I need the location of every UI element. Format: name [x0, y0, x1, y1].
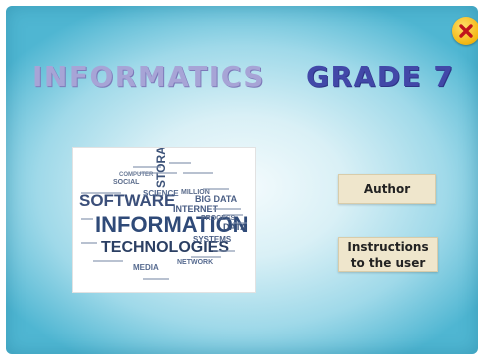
word-cloud-graphic: SOFTWARE INFORMATION TECHNOLOGIES STORAG…: [79, 129, 249, 280]
cloud-word-media: MEDIA: [133, 263, 159, 272]
author-button[interactable]: Author: [338, 174, 436, 204]
close-icon: [459, 24, 473, 38]
app-title: INFORMATICS: [32, 60, 265, 93]
word-cloud-image: SOFTWARE INFORMATION TECHNOLOGIES STORAG…: [72, 129, 256, 293]
close-button[interactable]: [452, 17, 478, 45]
cloud-word-process: PROCESS: [201, 215, 236, 222]
cloud-word-social: SOCIAL: [113, 179, 140, 186]
cloud-word-internet: INTERNET: [173, 204, 219, 214]
app-window: INFORMATICS GRADE 7 SOFTWARE INFORMATION…: [6, 6, 478, 354]
cloud-word-million: MILLION: [181, 189, 210, 196]
grade-label: GRADE 7: [306, 60, 455, 93]
cloud-word-science: SCIENCE: [143, 189, 179, 198]
cloud-word-systems: SYSTEMS: [193, 235, 232, 244]
instructions-button[interactable]: Instructions to the user: [338, 237, 438, 272]
cloud-word-network: NETWORK: [177, 259, 213, 266]
